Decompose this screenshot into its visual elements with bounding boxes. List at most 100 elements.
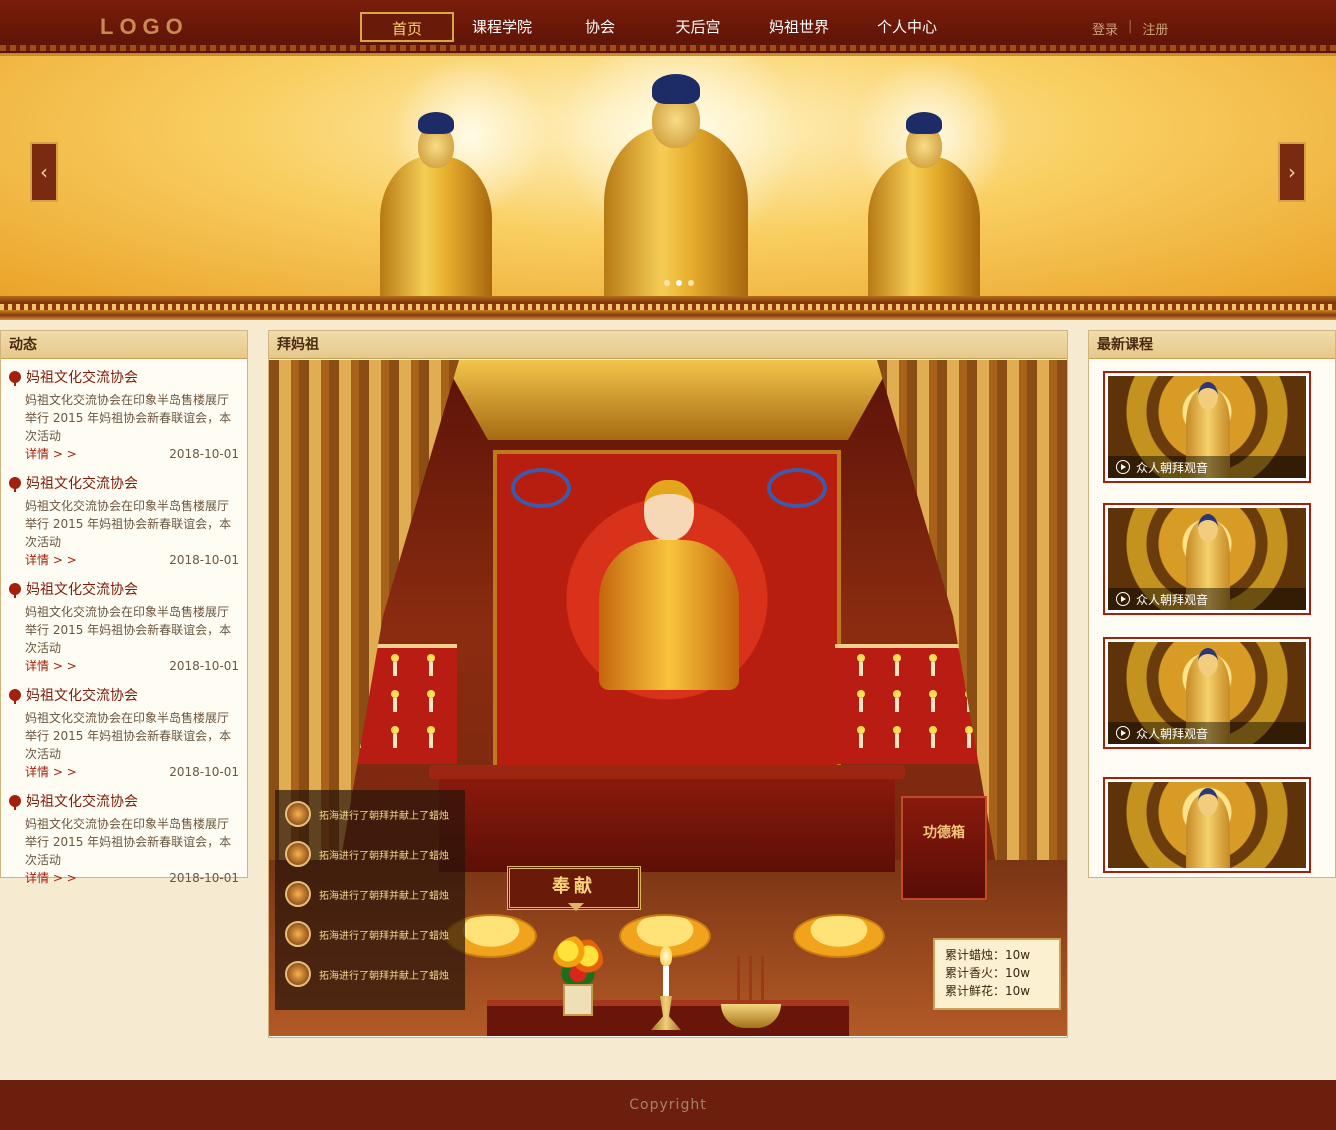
news-more-link[interactable]: 详情 > > — [25, 445, 77, 463]
candle-offering[interactable] — [649, 946, 683, 1036]
flower-icon — [553, 936, 603, 986]
course-thumbnail: 众人朝拜观音 — [1108, 376, 1306, 478]
nav-item-tianhou-temple[interactable]: 天后宫 — [650, 12, 746, 42]
course-card[interactable] — [1103, 777, 1311, 873]
nav-item-profile[interactable]: 个人中心 — [852, 12, 962, 42]
incense-offering[interactable] — [721, 956, 781, 1036]
news-date: 2018-10-01 — [169, 553, 239, 567]
stat-incense: 累计香火：10w — [945, 966, 1031, 980]
news-item-title[interactable]: 妈祖文化交流协会 — [9, 685, 239, 705]
site-logo[interactable]: LOGO — [100, 14, 189, 40]
news-item-title[interactable]: 妈祖文化交流协会 — [9, 791, 239, 811]
nav-item-association[interactable]: 协会 — [550, 12, 650, 42]
banner-dot[interactable] — [688, 280, 694, 286]
avatar — [285, 801, 311, 827]
banner-next-button[interactable]: › — [1278, 142, 1306, 202]
altar-top — [429, 765, 905, 779]
avatar — [285, 921, 311, 947]
news-item-title[interactable]: 妈祖文化交流协会 — [9, 473, 239, 493]
news-date: 2018-10-01 — [169, 765, 239, 779]
banner-dot-active[interactable] — [676, 280, 682, 286]
news-item-title[interactable]: 妈祖文化交流协会 — [9, 579, 239, 599]
news-item-desc: 妈祖文化交流协会在印象半岛售楼展厅举行 2015 年妈祖协会新春联谊会，本次活动 — [25, 605, 232, 655]
news-item: 妈祖文化交流协会 妈祖文化交流协会在印象半岛售楼展厅举行 2015 年妈祖协会新… — [9, 791, 239, 887]
lantern-icon — [9, 795, 21, 810]
course-thumbnail: 众人朝拜观音 — [1108, 642, 1306, 744]
news-date: 2018-10-01 — [169, 871, 239, 885]
play-icon — [1116, 726, 1130, 740]
banner-pagination — [664, 280, 694, 286]
mazu-statue — [599, 540, 739, 690]
cloud-pattern — [511, 468, 571, 508]
offering-stats: 累计蜡烛：10w 累计香火：10w 累计鲜花：10w — [933, 938, 1061, 1010]
lantern-icon — [9, 583, 21, 598]
hero-banner: ‹ › — [0, 56, 1336, 296]
news-item: 妈祖文化交流协会 妈祖文化交流协会在印象半岛售楼展厅举行 2015 年妈祖协会新… — [9, 473, 239, 569]
auth-links: 登录 | 注册 — [1092, 19, 1168, 38]
nav-item-courses[interactable]: 课程学院 — [454, 12, 550, 42]
lantern-icon — [9, 371, 21, 386]
course-panel-title: 最新课程 — [1089, 331, 1335, 359]
course-caption: 众人朝拜观音 — [1108, 588, 1306, 610]
course-card[interactable]: 众人朝拜观音 — [1103, 371, 1311, 483]
candle-icon — [660, 946, 672, 966]
news-panel-title: 动态 — [1, 331, 247, 359]
feed-item[interactable]: 拓海进行了朝拜并献上了蜡烛 — [275, 874, 465, 914]
prayer-cushion[interactable] — [793, 914, 885, 958]
buddha-statue — [380, 110, 492, 296]
mazu-statue-head — [644, 480, 694, 540]
news-more-link[interactable]: 详情 > > — [25, 551, 77, 569]
temple-scene: 功德箱 奉献 拓海进行了朝拜并献上了蜡烛 拓海进行了朝拜并献上了蜡烛 拓海进行了… — [269, 360, 1067, 1036]
nav-item-mazu-world[interactable]: 妈祖世界 — [746, 12, 852, 42]
offer-button[interactable]: 奉献 — [507, 866, 641, 911]
news-item: 妈祖文化交流协会 妈祖文化交流协会在印象半岛售楼展厅举行 2015 年妈祖协会新… — [9, 367, 239, 463]
avatar — [285, 881, 311, 907]
cloud-pattern — [767, 468, 827, 508]
course-thumbnail: 众人朝拜观音 — [1108, 508, 1306, 610]
temple-ceiling — [443, 360, 893, 440]
play-icon — [1116, 592, 1130, 606]
course-card[interactable]: 众人朝拜观音 — [1103, 637, 1311, 749]
feed-item[interactable]: 拓海进行了朝拜并献上了蜡烛 — [275, 794, 465, 834]
incense-icon — [737, 956, 740, 1006]
course-caption: 众人朝拜观音 — [1108, 722, 1306, 744]
worship-panel-title: 拜妈祖 — [269, 331, 1067, 359]
chevron-right-icon: › — [1288, 160, 1296, 184]
banner-dot[interactable] — [664, 280, 670, 286]
nav-item-home[interactable]: 首页 — [360, 12, 454, 42]
top-nav-bar: LOGO 首页 课程学院 协会 天后宫 妈祖世界 个人中心 登录 | 注册 — [0, 0, 1336, 56]
decorative-border — [0, 296, 1336, 320]
buddha-statue — [868, 110, 980, 296]
news-date: 2018-10-01 — [169, 447, 239, 461]
footer: Copyright — [0, 1080, 1336, 1130]
play-icon — [1116, 460, 1130, 474]
lantern-icon — [9, 477, 21, 492]
avatar — [285, 841, 311, 867]
news-item: 妈祖文化交流协会 妈祖文化交流协会在印象半岛售楼展厅举行 2015 年妈祖协会新… — [9, 579, 239, 675]
feed-item[interactable]: 拓海进行了朝拜并献上了蜡烛 — [275, 834, 465, 874]
banner-prev-button[interactable]: ‹ — [30, 142, 58, 202]
main-nav: 首页 课程学院 协会 天后宫 妈祖世界 个人中心 — [360, 12, 962, 42]
news-more-link[interactable]: 详情 > > — [25, 763, 77, 781]
news-list: 妈祖文化交流协会 妈祖文化交流协会在印象半岛售楼展厅举行 2015 年妈祖协会新… — [1, 359, 247, 887]
news-item: 妈祖文化交流协会 妈祖文化交流协会在印象半岛售楼展厅举行 2015 年妈祖协会新… — [9, 685, 239, 781]
flower-offering[interactable] — [553, 936, 603, 1036]
login-link[interactable]: 登录 — [1092, 19, 1118, 38]
news-date: 2018-10-01 — [169, 659, 239, 673]
course-thumbnail — [1108, 782, 1306, 868]
altar-table — [439, 772, 895, 872]
auth-separator: | — [1128, 19, 1133, 34]
feed-item[interactable]: 拓海进行了朝拜并献上了蜡烛 — [275, 914, 465, 954]
news-item-title[interactable]: 妈祖文化交流协会 — [9, 367, 239, 387]
donation-box[interactable]: 功德箱 — [901, 796, 987, 900]
register-link[interactable]: 注册 — [1142, 19, 1168, 38]
news-item-desc: 妈祖文化交流协会在印象半岛售楼展厅举行 2015 年妈祖协会新春联谊会，本次活动 — [25, 393, 232, 443]
news-item-desc: 妈祖文化交流协会在印象半岛售楼展厅举行 2015 年妈祖协会新春联谊会，本次活动 — [25, 711, 232, 761]
news-item-desc: 妈祖文化交流协会在印象半岛售楼展厅举行 2015 年妈祖协会新春联谊会，本次活动 — [25, 499, 232, 549]
news-more-link[interactable]: 详情 > > — [25, 657, 77, 675]
feed-item[interactable]: 拓海进行了朝拜并献上了蜡烛 — [275, 954, 465, 994]
news-item-desc: 妈祖文化交流协会在印象半岛售楼展厅举行 2015 年妈祖协会新春联谊会，本次活动 — [25, 817, 232, 867]
news-more-link[interactable]: 详情 > > — [25, 869, 77, 887]
course-card[interactable]: 众人朝拜观音 — [1103, 503, 1311, 615]
course-caption: 众人朝拜观音 — [1108, 456, 1306, 478]
